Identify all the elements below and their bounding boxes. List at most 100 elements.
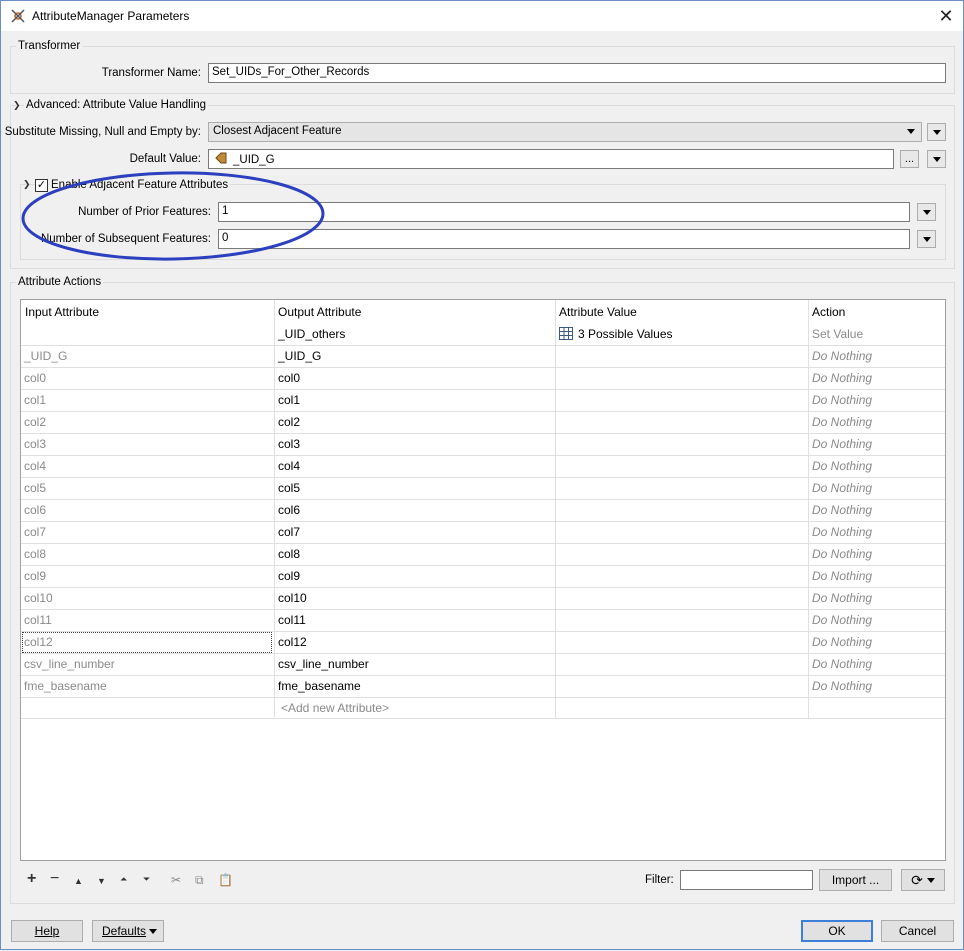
- action-cell[interactable]: Do Nothing: [812, 371, 872, 385]
- table-row[interactable]: col10 col10 Do Nothing: [21, 587, 945, 609]
- action-cell[interactable]: Do Nothing: [812, 657, 872, 671]
- input-attribute-cell[interactable]: col5: [24, 481, 46, 495]
- chevron-down-icon[interactable]: ❯: [13, 100, 21, 111]
- defaults-button[interactable]: Defaults: [92, 920, 164, 942]
- input-attribute-cell[interactable]: col3: [24, 437, 46, 451]
- table-row[interactable]: col5 col5 Do Nothing: [21, 477, 945, 499]
- output-attribute-cell[interactable]: fme_basename: [278, 679, 361, 693]
- copy-icon[interactable]: ⧉: [195, 873, 204, 888]
- input-attribute-cell[interactable]: col10: [24, 591, 53, 605]
- output-attribute-cell[interactable]: col7: [278, 525, 300, 539]
- input-attribute-cell[interactable]: col6: [24, 503, 46, 517]
- header-attribute-value[interactable]: Attribute Value: [559, 305, 637, 319]
- help-button[interactable]: Help: [11, 920, 83, 942]
- output-attribute-cell[interactable]: col9: [278, 569, 300, 583]
- table-row[interactable]: fme_basename fme_basename Do Nothing: [21, 675, 945, 697]
- move-up-icon[interactable]: ▲: [74, 876, 83, 886]
- subsequent-features-input[interactable]: 0: [218, 229, 910, 249]
- default-value-field[interactable]: _UID_G: [208, 149, 894, 169]
- output-attribute-cell[interactable]: col6: [278, 503, 300, 517]
- action-cell[interactable]: Do Nothing: [812, 547, 872, 561]
- input-attribute-cell[interactable]: col4: [24, 459, 46, 473]
- header-action[interactable]: Action: [812, 305, 845, 319]
- enable-adjacent-checkbox[interactable]: ✓: [35, 179, 48, 192]
- input-attribute-cell[interactable]: col8: [24, 547, 46, 561]
- input-attribute-cell[interactable]: col9: [24, 569, 46, 583]
- transformer-name-input[interactable]: Set_UIDs_For_Other_Records: [208, 63, 946, 83]
- cancel-button[interactable]: Cancel: [881, 920, 954, 942]
- output-attribute-cell[interactable]: col4: [278, 459, 300, 473]
- action-cell[interactable]: Do Nothing: [812, 415, 872, 429]
- action-cell[interactable]: Do Nothing: [812, 393, 872, 407]
- input-attribute-cell[interactable]: _UID_G: [24, 349, 67, 363]
- prior-features-input[interactable]: 1: [218, 202, 910, 222]
- cut-icon[interactable]: ✂: [171, 873, 181, 887]
- table-row[interactable]: col8 col8 Do Nothing: [21, 543, 945, 565]
- output-attribute-cell[interactable]: col11: [278, 613, 306, 627]
- default-value-menu-button[interactable]: [927, 150, 946, 168]
- action-cell[interactable]: Do Nothing: [812, 481, 872, 495]
- move-top-icon[interactable]: ⏶: [120, 874, 127, 885]
- import-button[interactable]: Import ...: [819, 869, 892, 891]
- action-cell[interactable]: Do Nothing: [812, 635, 872, 649]
- input-attribute-cell[interactable]: col0: [24, 371, 46, 385]
- input-attribute-cell[interactable]: fme_basename: [24, 679, 107, 693]
- add-attribute-row[interactable]: <Add new Attribute>: [21, 697, 945, 719]
- input-attribute-cell[interactable]: col7: [24, 525, 46, 539]
- close-icon[interactable]: ✕: [935, 5, 957, 27]
- table-row[interactable]: col3 col3 Do Nothing: [21, 433, 945, 455]
- table-row[interactable]: col1 col1 Do Nothing: [21, 389, 945, 411]
- substitute-select[interactable]: Closest Adjacent Feature: [208, 122, 922, 142]
- table-row[interactable]: col2 col2 Do Nothing: [21, 411, 945, 433]
- filter-input[interactable]: [680, 870, 813, 890]
- subsequent-features-menu-button[interactable]: [917, 230, 936, 248]
- action-cell[interactable]: Do Nothing: [812, 613, 872, 627]
- input-attribute-cell[interactable]: col1: [24, 393, 46, 407]
- table-row[interactable]: csv_line_number csv_line_number Do Nothing: [21, 653, 945, 675]
- attribute-table[interactable]: Input Attribute Output Attribute Attribu…: [20, 299, 946, 861]
- output-attribute-cell[interactable]: col5: [278, 481, 300, 495]
- chevron-down-icon[interactable]: ❯: [23, 179, 31, 190]
- action-cell[interactable]: Do Nothing: [812, 569, 872, 583]
- ok-button[interactable]: OK: [801, 920, 873, 942]
- remove-row-icon[interactable]: −: [50, 870, 59, 888]
- add-new-attribute-placeholder[interactable]: <Add new Attribute>: [281, 701, 389, 715]
- table-row[interactable]: col7 col7 Do Nothing: [21, 521, 945, 543]
- advanced-group-title[interactable]: Advanced: Attribute Value Handling: [24, 99, 209, 111]
- header-output-attribute[interactable]: Output Attribute: [278, 305, 361, 319]
- action-cell[interactable]: Do Nothing: [812, 459, 872, 473]
- output-attribute-cell[interactable]: col0: [278, 371, 300, 385]
- table-row[interactable]: col9 col9 Do Nothing: [21, 565, 945, 587]
- table-row[interactable]: col12 col12 Do Nothing: [21, 631, 945, 653]
- table-row[interactable]: col0 col0 Do Nothing: [21, 367, 945, 389]
- input-attribute-cell[interactable]: csv_line_number: [24, 657, 115, 671]
- output-attribute-cell[interactable]: col10: [278, 591, 307, 605]
- substitute-menu-button[interactable]: [927, 123, 946, 141]
- reset-button[interactable]: ⟳: [901, 869, 945, 891]
- action-subheader[interactable]: Set Value: [812, 327, 863, 341]
- output-attribute-cell[interactable]: col12: [278, 635, 307, 649]
- value-subheader[interactable]: 3 Possible Values: [559, 327, 673, 341]
- output-attribute-cell[interactable]: col2: [278, 415, 300, 429]
- action-cell[interactable]: Do Nothing: [812, 591, 872, 605]
- table-row[interactable]: col4 col4 Do Nothing: [21, 455, 945, 477]
- move-bottom-icon[interactable]: ⏷: [143, 874, 150, 885]
- default-value-browse-button[interactable]: ...: [900, 150, 919, 168]
- prior-features-menu-button[interactable]: [917, 203, 936, 221]
- input-attribute-cell[interactable]: col11: [24, 613, 52, 627]
- action-cell[interactable]: Do Nothing: [812, 349, 872, 363]
- output-attribute-cell[interactable]: _UID_G: [278, 349, 321, 363]
- table-row[interactable]: col11 col11 Do Nothing: [21, 609, 945, 631]
- paste-icon[interactable]: 📋: [218, 873, 233, 887]
- output-attribute-cell[interactable]: col1: [278, 393, 300, 407]
- table-row[interactable]: col6 col6 Do Nothing: [21, 499, 945, 521]
- move-down-icon[interactable]: ▼: [97, 876, 106, 886]
- header-input-attribute[interactable]: Input Attribute: [25, 305, 99, 319]
- action-cell[interactable]: Do Nothing: [812, 679, 872, 693]
- input-attribute-cell[interactable]: col2: [24, 415, 46, 429]
- output-attribute-cell[interactable]: col8: [278, 547, 300, 561]
- output-subheader[interactable]: _UID_others: [278, 327, 345, 341]
- output-attribute-cell[interactable]: col3: [278, 437, 300, 451]
- action-cell[interactable]: Do Nothing: [812, 525, 872, 539]
- action-cell[interactable]: Do Nothing: [812, 503, 872, 517]
